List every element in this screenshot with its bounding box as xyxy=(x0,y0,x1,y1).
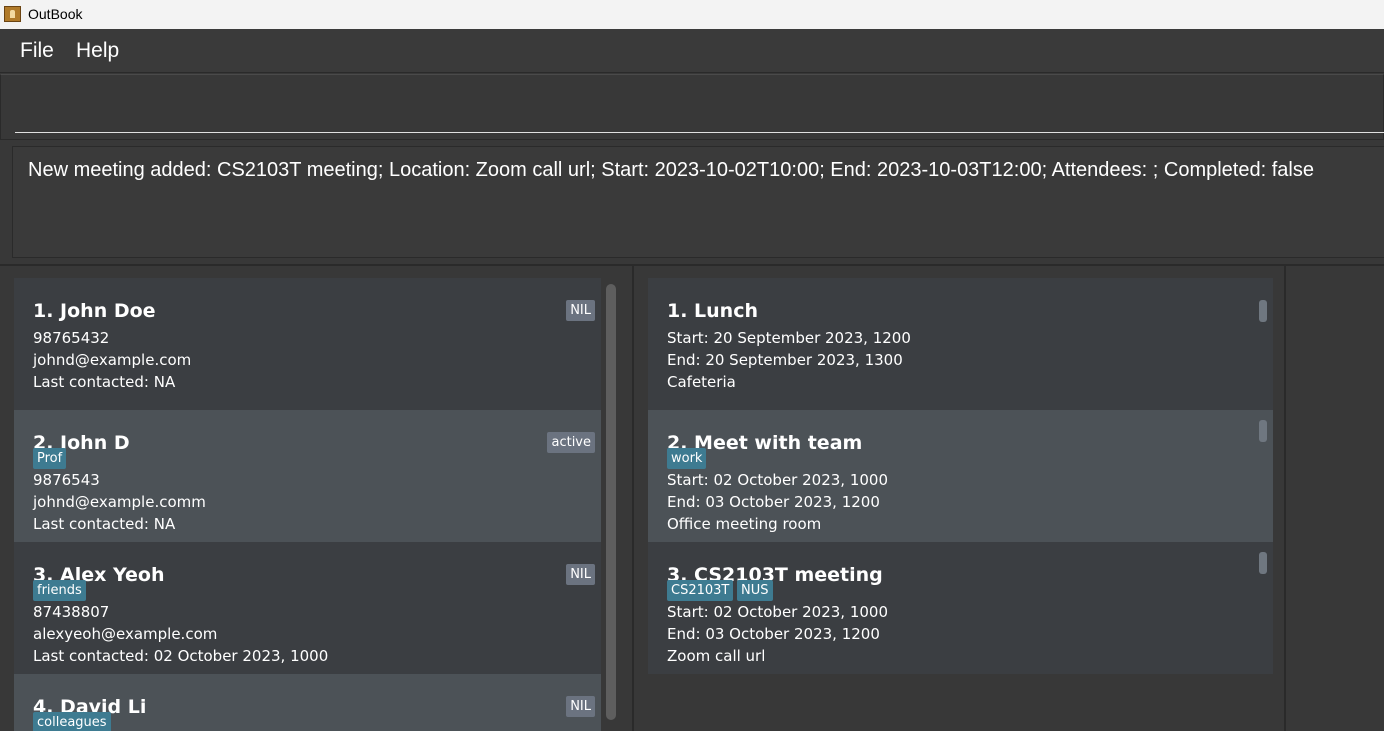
command-input[interactable] xyxy=(15,79,1384,133)
meeting-start: Start: 20 September 2023, 1200 xyxy=(667,329,911,347)
window-title: OutBook xyxy=(28,6,83,22)
menu-help[interactable]: Help xyxy=(76,39,119,63)
person-list-scrollbar[interactable] xyxy=(606,284,616,720)
app-icon xyxy=(4,6,21,22)
person-card[interactable]: 2. John D active Prof 9876543 johnd@exam… xyxy=(14,410,601,542)
person-email: johnd@example.comm xyxy=(33,493,206,511)
meeting-card-scrollbar[interactable] xyxy=(1259,552,1267,574)
status-badge: active xyxy=(547,432,595,453)
meeting-tag: work xyxy=(667,448,707,469)
meeting-card-scrollbar[interactable] xyxy=(1259,420,1267,442)
meeting-card[interactable]: 1. Lunch Start: 20 September 2023, 1200 … xyxy=(648,278,1273,410)
person-last-contacted: Last contacted: NA xyxy=(33,373,176,391)
person-tag: Prof xyxy=(33,448,67,469)
meeting-tag: CS2103T xyxy=(667,580,734,601)
meeting-location: Cafeteria xyxy=(667,373,736,391)
person-last-contacted: Last contacted: 02 October 2023, 1000 xyxy=(33,647,329,665)
meeting-end: End: 03 October 2023, 1200 xyxy=(667,493,880,511)
meeting-card[interactable]: 3. CS2103T meeting CS2103T NUS Start: 02… xyxy=(648,542,1273,674)
meeting-location: Zoom call url xyxy=(667,647,766,665)
person-email: johnd@example.com xyxy=(33,351,192,369)
status-badge: NIL xyxy=(566,696,595,717)
command-box xyxy=(0,74,1384,140)
result-message: New meeting added: CS2103T meeting; Loca… xyxy=(28,159,1314,181)
window-titlebar: OutBook xyxy=(0,0,1384,29)
person-phone: 98765432 xyxy=(33,329,110,347)
meeting-card-scrollbar[interactable] xyxy=(1259,300,1267,322)
meeting-start: Start: 02 October 2023, 1000 xyxy=(667,603,889,621)
person-tag: friends xyxy=(33,580,86,601)
status-badge: NIL xyxy=(566,300,595,321)
meeting-location: Office meeting room xyxy=(667,515,822,533)
person-card[interactable]: 3. Alex Yeoh NIL friends 87438807 alexye… xyxy=(14,542,601,674)
meeting-card[interactable]: 2. Meet with team work Start: 02 October… xyxy=(648,410,1273,542)
menu-bar: File Help xyxy=(0,29,1384,73)
person-name: 1. John Doe xyxy=(33,300,156,322)
result-display: New meeting added: CS2103T meeting; Loca… xyxy=(12,146,1384,258)
person-card[interactable]: 1. John Doe NIL 98765432 johnd@example.c… xyxy=(14,278,601,410)
meeting-start: Start: 02 October 2023, 1000 xyxy=(667,471,889,489)
meeting-title: 1. Lunch xyxy=(667,300,759,322)
empty-side-panel xyxy=(1288,266,1384,731)
person-card[interactable]: 4. David Li NIL colleagues xyxy=(14,674,601,731)
person-phone: 9876543 xyxy=(33,471,100,489)
person-email: alexyeoh@example.com xyxy=(33,625,218,643)
menu-file[interactable]: File xyxy=(20,39,54,63)
person-last-contacted: Last contacted: NA xyxy=(33,515,176,533)
meeting-tag: NUS xyxy=(737,580,773,601)
person-phone: 87438807 xyxy=(33,603,110,621)
status-badge: NIL xyxy=(566,564,595,585)
person-tag: colleagues xyxy=(33,712,111,731)
meeting-end: End: 03 October 2023, 1200 xyxy=(667,625,880,643)
meeting-end: End: 20 September 2023, 1300 xyxy=(667,351,903,369)
